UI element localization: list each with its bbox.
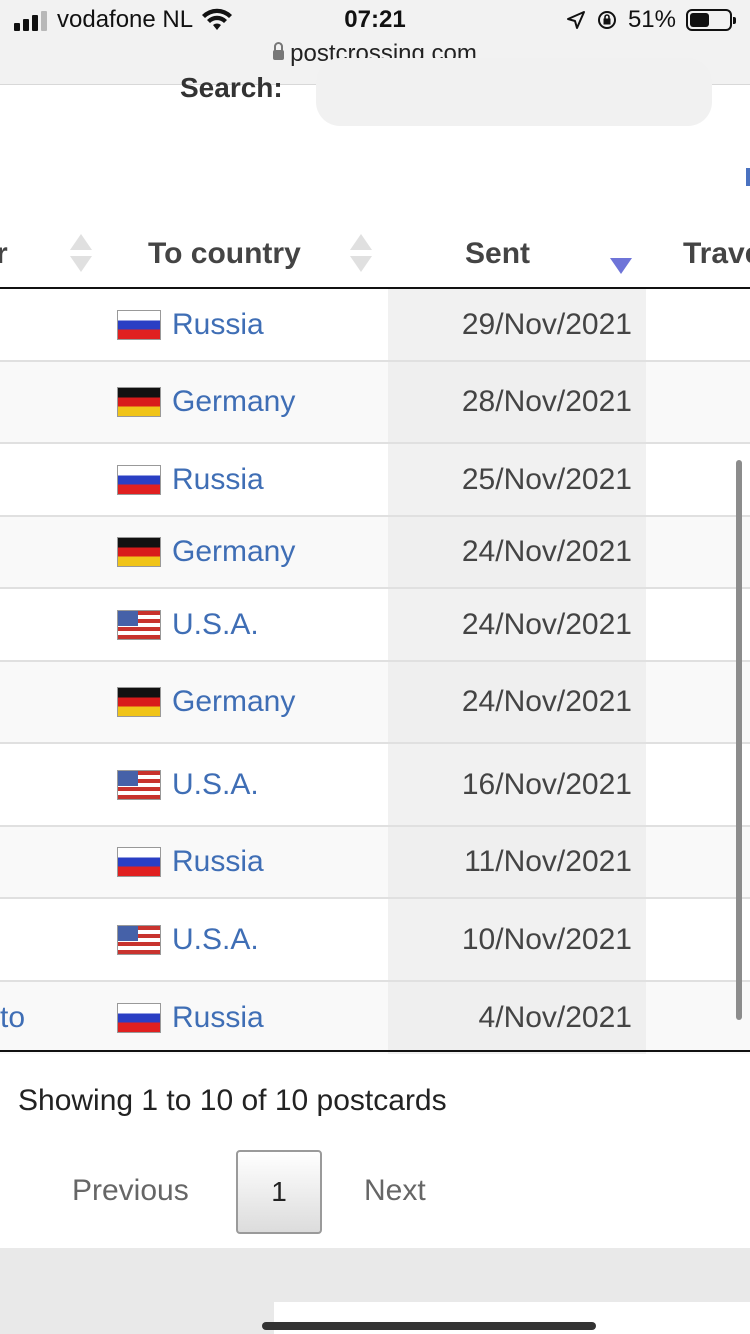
table-row: Germany 28/Nov/2021 bbox=[0, 362, 750, 444]
table-info: Showing 1 to 10 of 10 postcards bbox=[18, 1084, 447, 1117]
status-right: 51% bbox=[566, 6, 736, 34]
flag-germany-icon bbox=[118, 538, 160, 566]
country-link[interactable]: Russia bbox=[172, 463, 264, 497]
table-row: Germany 24/Nov/2021 bbox=[0, 662, 750, 744]
column-header-sent[interactable]: Sent bbox=[465, 222, 530, 286]
table-body: Russia 29/Nov/2021 Germany 28/Nov/2021 R… bbox=[0, 289, 750, 1054]
country-link[interactable]: Germany bbox=[172, 685, 295, 719]
sender-link[interactable]: to bbox=[0, 982, 25, 1054]
country-link[interactable]: U.S.A. bbox=[172, 768, 259, 802]
sent-date: 4/Nov/2021 bbox=[478, 1001, 632, 1034]
country-link[interactable]: U.S.A. bbox=[172, 608, 259, 642]
sent-date: 16/Nov/2021 bbox=[461, 767, 632, 801]
flag-usa-icon bbox=[118, 925, 160, 954]
table-row: U.S.A. 16/Nov/2021 bbox=[0, 744, 750, 827]
next-button[interactable]: Next bbox=[364, 1174, 426, 1208]
sent-date: 11/Nov/2021 bbox=[464, 845, 632, 878]
flag-germany-icon bbox=[118, 388, 160, 416]
country-link[interactable]: Russia bbox=[172, 308, 264, 342]
sort-both-icon[interactable] bbox=[70, 234, 92, 274]
sent-date: 25/Nov/2021 bbox=[461, 462, 632, 496]
flag-russia-icon bbox=[118, 310, 160, 339]
link-edge-fragment bbox=[746, 168, 750, 186]
table-row: U.S.A. 10/Nov/2021 bbox=[0, 899, 750, 982]
sent-date: 24/Nov/2021 bbox=[461, 685, 632, 718]
flag-russia-icon bbox=[118, 848, 160, 876]
sent-date: 28/Nov/2021 bbox=[461, 385, 632, 418]
sort-both-icon[interactable] bbox=[350, 234, 372, 274]
table-bottom-border bbox=[0, 1050, 750, 1052]
sent-date: 10/Nov/2021 bbox=[461, 922, 632, 956]
table-header: r To country Sent Trave bbox=[0, 222, 750, 288]
lock-icon bbox=[273, 42, 285, 60]
column-header-from[interactable]: r bbox=[0, 222, 8, 286]
country-link[interactable]: Germany bbox=[172, 385, 295, 419]
table-row: to Russia 4/Nov/2021 bbox=[0, 982, 750, 1054]
pagination: Previous 1 Next bbox=[0, 1150, 750, 1236]
flag-russia-icon bbox=[118, 465, 160, 494]
country-link[interactable]: Russia bbox=[172, 1001, 264, 1035]
table-row: Russia 29/Nov/2021 bbox=[0, 289, 750, 362]
table-row: Germany 24/Nov/2021 bbox=[0, 517, 750, 589]
flag-usa-icon bbox=[118, 610, 160, 639]
column-header-to-country[interactable]: To country bbox=[148, 222, 301, 286]
previous-button[interactable]: Previous bbox=[72, 1174, 189, 1208]
sent-date: 24/Nov/2021 bbox=[461, 607, 632, 641]
battery-icon bbox=[686, 9, 736, 31]
flag-germany-icon bbox=[118, 688, 160, 716]
flag-russia-icon bbox=[118, 1004, 160, 1032]
country-link[interactable]: U.S.A. bbox=[172, 923, 259, 957]
table-row: U.S.A. 24/Nov/2021 bbox=[0, 589, 750, 662]
battery-percent: 51% bbox=[627, 6, 676, 33]
sort-desc-icon[interactable] bbox=[610, 258, 632, 274]
search-input[interactable] bbox=[316, 58, 712, 126]
rotation-lock-icon bbox=[597, 11, 616, 29]
flag-usa-icon bbox=[118, 770, 160, 799]
page-1-button[interactable]: 1 bbox=[236, 1150, 322, 1234]
home-indicator[interactable] bbox=[262, 1322, 596, 1330]
scrollbar[interactable] bbox=[736, 460, 742, 1020]
country-link[interactable]: Russia bbox=[172, 845, 264, 879]
search-label: Search: bbox=[180, 72, 283, 103]
table-row: Russia 25/Nov/2021 bbox=[0, 444, 750, 517]
sent-date: 24/Nov/2021 bbox=[461, 535, 632, 568]
sent-date: 29/Nov/2021 bbox=[461, 307, 632, 341]
table-row: Russia 11/Nov/2021 bbox=[0, 827, 750, 899]
location-arrow-icon bbox=[566, 11, 585, 29]
country-link[interactable]: Germany bbox=[172, 535, 295, 569]
column-header-traveled[interactable]: Trave bbox=[683, 222, 750, 286]
